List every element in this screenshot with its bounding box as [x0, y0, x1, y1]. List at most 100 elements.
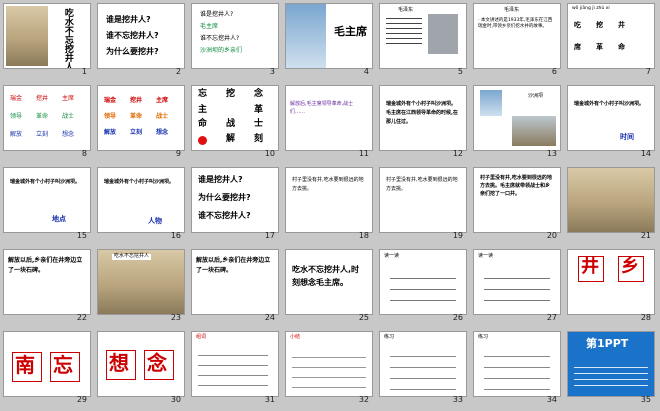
slide-thumbnail[interactable]: 吃水不忘挖井人 1 — [3, 3, 91, 76]
slide-number: 2 — [175, 67, 181, 76]
character: 战 — [226, 119, 236, 129]
blank-lines — [198, 346, 268, 390]
slide-thumbnail[interactable]: 练习 33 — [379, 331, 467, 404]
slide-thumbnail[interactable]: 练习 34 — [473, 331, 561, 404]
slide-thumbnail[interactable]: 谁是挖井人? 为什么要挖井? 谁不忘挖井人? 17 — [191, 167, 279, 240]
slide-heading: 组词 — [196, 334, 207, 340]
slide-text: 村子里没有井,吃水要到很远的地方去挑。 — [386, 177, 458, 192]
slide-number: 9 — [175, 149, 181, 158]
slide-16[interactable]: 瑞金城外有个小村子叫沙洲坝。 人物 — [97, 167, 185, 233]
slide-thumbnail[interactable]: 毛主席 4 — [285, 3, 373, 76]
slide-27[interactable]: 读一读 — [473, 249, 561, 315]
slide-22[interactable]: 解放以后,乡亲们在井旁边立了一块石碑。 — [3, 249, 91, 315]
slide-text: 谁是挖井人? — [198, 175, 243, 184]
character: 井 — [581, 256, 599, 277]
slide-1[interactable]: 吃水不忘挖井人 — [3, 3, 91, 69]
slide-15[interactable]: 瑞金城外有个小村子叫沙洲坝。 地点 — [3, 167, 91, 233]
word: 挖 — [596, 21, 603, 29]
slide-thumbnail[interactable]: 村子里没有井,吃水要到很远的地方去挑。 18 — [285, 167, 373, 240]
slide-thumbnail[interactable]: 21 — [567, 167, 655, 240]
slide-28[interactable]: 井 乡 — [567, 249, 655, 315]
slide-text: 解放以后,乡亲们在井旁边立了一块石碑。 — [8, 257, 83, 275]
slide-7[interactable]: wǒ jiāng jì zhǔ xí 吃 挖 井 席 革 命 — [567, 3, 655, 69]
slide-heading: 练习 — [478, 334, 489, 340]
slide-21[interactable] — [567, 167, 655, 233]
slide-thumbnail[interactable]: 瑞金城外有个小村子叫沙洲坝。 时间 14 — [567, 85, 655, 158]
slide-20[interactable]: 村子里没有井,吃水要到很远的地方去挑。毛主席就带领战士和乡亲们挖了一口井。 — [473, 167, 561, 233]
slide-26[interactable]: 读一读 — [379, 249, 467, 315]
word: 想念 — [156, 129, 169, 136]
slide-thumbnail[interactable]: 瑞金城外有个小村子叫沙洲坝。 地点 15 — [3, 167, 91, 240]
slide-thumbnail[interactable]: 瑞金 挖井 主席 领导 革命 战士 解放 立刻 想念 9 — [97, 85, 185, 158]
slide-number: 34 — [546, 395, 557, 404]
slide-thumbnail[interactable]: 小结 32 — [285, 331, 373, 404]
slide-thumbnail[interactable]: 毛泽东 5 — [379, 3, 467, 76]
slide-thumbnail[interactable]: 瑞金 挖井 主席 领导 革命 战士 解放 立刻 想念 8 — [3, 85, 91, 158]
slide-thumbnail[interactable]: 村子里没有井,吃水要到很远的地方去挑。毛主席就带领战士和乡亲们挖了一口井。 20 — [473, 167, 561, 240]
slide-thumbnail[interactable]: 读一读 26 — [379, 249, 467, 322]
slide-19[interactable]: 村子里没有井,吃水要到很远的地方去挑。 — [379, 167, 467, 233]
slide-thumbnail[interactable]: 吃水不忘挖井人 23 — [97, 249, 185, 322]
word: 井 — [618, 21, 625, 29]
slide-25[interactable]: 吃水不忘挖井人,时刻想念毛主席。 — [285, 249, 373, 315]
slide-thumbnail[interactable]: 吃水不忘挖井人,时刻想念毛主席。 25 — [285, 249, 373, 322]
slide-text: 毛主席 — [200, 23, 219, 30]
slide-8[interactable]: 瑞金 挖井 主席 领导 革命 战士 解放 立刻 想念 — [3, 85, 91, 151]
slide-29[interactable]: 南 忘 — [3, 331, 91, 397]
slide-number: 15 — [76, 231, 87, 240]
slide-thumbnail[interactable]: 想 念 30 — [97, 331, 185, 404]
slide-number: 23 — [170, 313, 181, 322]
slide-thumbnail[interactable]: 井 乡 28 — [567, 249, 655, 322]
slide-12[interactable]: 瑞金城外有个小村子叫沙洲坝。毛主席在江西领导革命的时候,在那儿住过。 — [379, 85, 467, 151]
logo-text: 第1PPT — [586, 337, 629, 350]
slide-35[interactable]: 第1PPT — [567, 331, 655, 397]
slide-18[interactable]: 村子里没有井,吃水要到很远的地方去挑。 — [285, 167, 373, 233]
slide-text: 沙洲坝的乡亲们 — [200, 47, 243, 54]
slide-30[interactable]: 想 念 — [97, 331, 185, 397]
word: 战士 — [156, 113, 169, 120]
slide-thumbnail[interactable]: 南 忘 29 — [3, 331, 91, 404]
slide-text: 瑞金城外有个小村子叫沙洲坝。 — [104, 179, 175, 185]
slide-text: 瑞金城外有个小村子叫沙洲坝。毛主席在江西领导革命的时候,在那儿住过。 — [386, 101, 458, 125]
slide-thumbnail[interactable]: 解放以后,乡亲们在井旁边立了一块石碑。 22 — [3, 249, 91, 322]
slide-thumbnail[interactable]: 忘 挖 念 主 革 命 战 士 解 刻 10 — [191, 85, 279, 158]
slide-4[interactable]: 毛主席 — [285, 3, 373, 69]
slide-thumbnail[interactable]: wǒ jiāng jì zhǔ xí 吃 挖 井 席 革 命 7 — [567, 3, 655, 76]
slide-17[interactable]: 谁是挖井人? 为什么要挖井? 谁不忘挖井人? — [191, 167, 279, 233]
slide-number: 3 — [269, 67, 275, 76]
slide-thumbnail[interactable]: 瑞金城外有个小村子叫沙洲坝。 人物 16 — [97, 167, 185, 240]
slide-34[interactable]: 练习 — [473, 331, 561, 397]
slide-thumbnail[interactable]: 解放后,毛主席领导革命,战士们…… 11 — [285, 85, 373, 158]
slide-number: 5 — [457, 67, 463, 76]
slide-31[interactable]: 组词 — [191, 331, 279, 397]
slide-14[interactable]: 瑞金城外有个小村子叫沙洲坝。 时间 — [567, 85, 655, 151]
word: 命 — [618, 43, 625, 51]
slide-thumbnail[interactable]: 谁是挖井人? 毛主席 谁不忘挖井人? 沙洲坝的乡亲们 3 — [191, 3, 279, 76]
slide-number: 6 — [551, 67, 557, 76]
slide-thumbnail[interactable]: 第1PPT 35 — [567, 331, 655, 404]
slide-thumbnail[interactable]: 沙洲坝 13 — [473, 85, 561, 158]
slide-13[interactable]: 沙洲坝 — [473, 85, 561, 151]
slide-thumbnail[interactable]: 瑞金城外有个小村子叫沙洲坝。毛主席在江西领导革命的时候,在那儿住过。 12 — [379, 85, 467, 158]
slide-23[interactable]: 吃水不忘挖井人 — [97, 249, 185, 315]
slide-5[interactable]: 毛泽东 — [379, 3, 467, 69]
slide-text: 解放后,毛主席领导革命,战士们…… — [290, 101, 354, 115]
slide-24[interactable]: 解放以后,乡亲们在井旁边立了一块石碑。 — [191, 249, 279, 315]
slide-6[interactable]: 毛泽东 · 本文讲述的是1933年,毛泽东在江西瑞金时,带领乡亲们挖水井的故事。 — [473, 3, 561, 69]
slide-thumbnail[interactable]: 组词 31 — [191, 331, 279, 404]
slide-thumbnail[interactable]: 读一读 27 — [473, 249, 561, 322]
slide-heading: 读一读 — [384, 253, 400, 259]
slide-2[interactable]: 谁是挖井人? 谁不忘挖井人? 为什么要挖井? — [97, 3, 185, 69]
slide-number: 24 — [264, 313, 275, 322]
slide-3[interactable]: 谁是挖井人? 毛主席 谁不忘挖井人? 沙洲坝的乡亲们 — [191, 3, 279, 69]
slide-thumbnail[interactable]: 毛泽东 · 本文讲述的是1933年,毛泽东在江西瑞金时,带领乡亲们挖水井的故事。… — [473, 3, 561, 76]
slide-thumbnail[interactable]: 谁是挖井人? 谁不忘挖井人? 为什么要挖井? 2 — [97, 3, 185, 76]
slide-thumbnail[interactable]: 村子里没有井,吃水要到很远的地方去挑。 19 — [379, 167, 467, 240]
word: 革 — [596, 43, 603, 51]
slide-32[interactable]: 小结 — [285, 331, 373, 397]
slide-thumbnail[interactable]: 解放以后,乡亲们在井旁边立了一块石碑。 24 — [191, 249, 279, 322]
slide-11[interactable]: 解放后,毛主席领导革命,战士们…… — [285, 85, 373, 151]
slide-9[interactable]: 瑞金 挖井 主席 领导 革命 战士 解放 立刻 想念 — [97, 85, 185, 151]
slide-33[interactable]: 练习 — [379, 331, 467, 397]
slide-10[interactable]: 忘 挖 念 主 革 命 战 士 解 刻 — [191, 85, 279, 151]
